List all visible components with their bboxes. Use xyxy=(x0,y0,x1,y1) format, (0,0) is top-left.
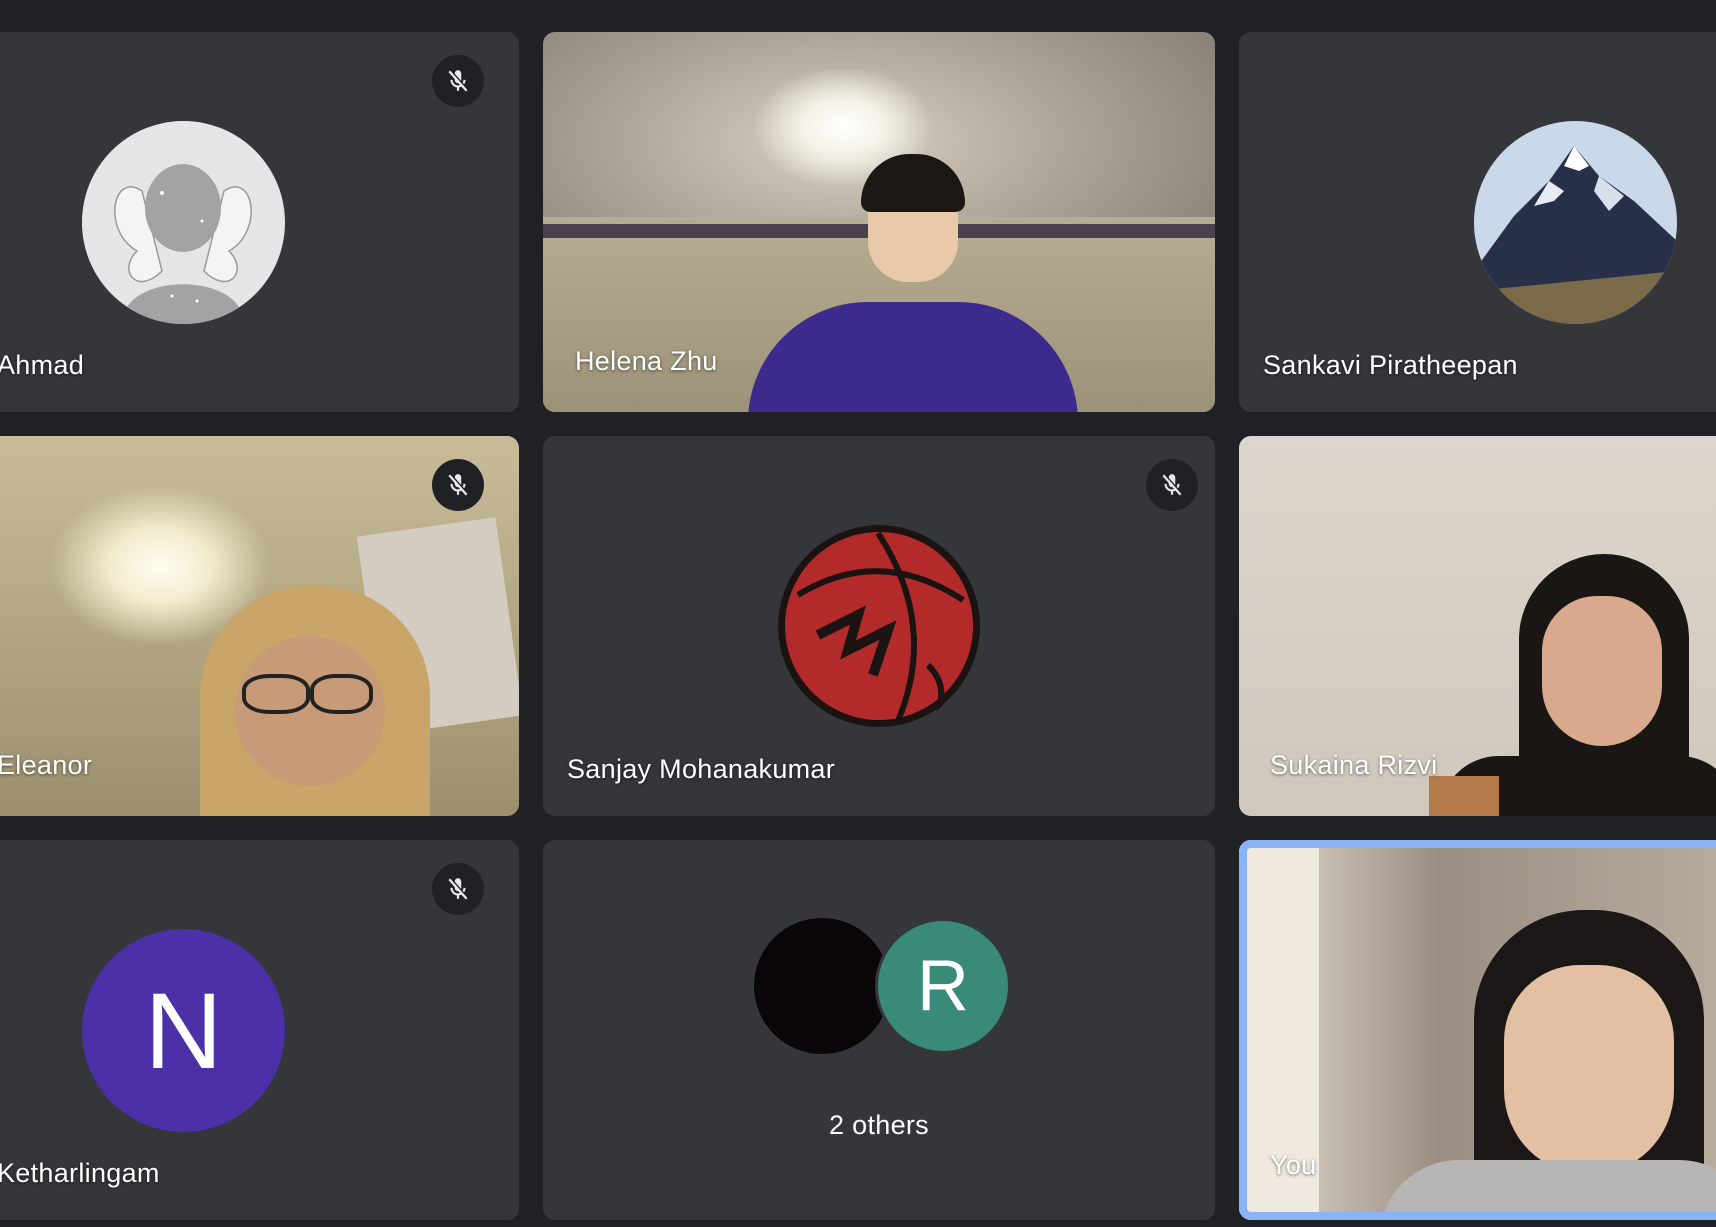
others-avatar-1 xyxy=(754,918,890,1054)
participant-name: Eleanor xyxy=(0,750,93,780)
participant-name: You xyxy=(1270,1150,1317,1180)
fairy-avatar-icon xyxy=(82,121,285,324)
avatar-letter: N xyxy=(144,970,223,1091)
muted-mic-icon xyxy=(432,459,484,511)
participant-name: Sukaina Rizvi xyxy=(1270,750,1438,780)
participant-name: Sankavi Piratheepan xyxy=(1263,350,1518,380)
participant-grid: Ahmad Helena Zhu Sankavi Piratheepan Ele… xyxy=(0,0,1716,1227)
avatar-letter: R xyxy=(917,946,969,1026)
participant-name: Ketharlingam xyxy=(0,1158,160,1188)
participant-tile-sanjay-mohanakumar[interactable]: Sanjay Mohanakumar xyxy=(543,436,1215,816)
participant-name: Sanjay Mohanakumar xyxy=(567,754,836,784)
letter-avatar: N xyxy=(82,929,285,1132)
participant-tile-others[interactable]: R 2 others xyxy=(543,840,1215,1220)
muted-mic-icon xyxy=(1146,459,1198,511)
participant-tile-sukaina-rizvi[interactable]: Sukaina Rizvi xyxy=(1239,436,1716,816)
basketball-avatar-icon xyxy=(778,525,981,728)
muted-mic-icon xyxy=(432,55,484,107)
participant-tile-helena-zhu[interactable]: Helena Zhu xyxy=(543,32,1215,412)
mountain-avatar-icon xyxy=(1474,121,1677,324)
others-avatar-2: R xyxy=(875,918,1011,1054)
participant-tile-ketharlingam[interactable]: N Ketharlingam xyxy=(0,840,519,1220)
others-count-label: 2 others xyxy=(829,1110,929,1140)
participant-name: Helena Zhu xyxy=(575,346,718,376)
participant-tile-ahmad[interactable]: Ahmad xyxy=(0,32,519,412)
participant-tile-eleanor[interactable]: Eleanor xyxy=(0,436,519,816)
participant-tile-you[interactable]: You xyxy=(1239,840,1716,1220)
muted-mic-icon xyxy=(432,863,484,915)
participant-name: Ahmad xyxy=(0,350,85,380)
participant-tile-sankavi-piratheepan[interactable]: Sankavi Piratheepan xyxy=(1239,32,1716,412)
